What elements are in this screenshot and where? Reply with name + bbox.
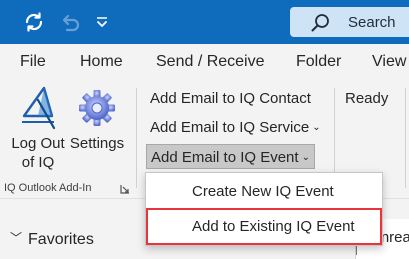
chevron-down-icon: ⌄ [312, 122, 321, 133]
search-label: Search [348, 14, 396, 31]
add-service-label: Add Email to IQ Service [150, 119, 310, 136]
ready-label: Ready [345, 90, 389, 107]
add-email-to-service-button[interactable]: Add Email to IQ Service ⌄ [146, 115, 325, 140]
log-out-button[interactable]: Log Out of IQ [6, 86, 70, 172]
ribbon-tabs: File Home Send / Receive Folder View [0, 44, 409, 82]
favorites-label: Favorites [28, 231, 94, 248]
highlight-annotation [146, 208, 382, 245]
add-contact-label: Add Email to IQ Contact [150, 90, 311, 107]
add-email-to-event-button[interactable]: Add Email to IQ Event ⌄ [146, 144, 315, 169]
tab-folder[interactable]: Folder [296, 53, 341, 71]
sync-icon[interactable] [22, 10, 46, 34]
search-box[interactable]: Search [290, 7, 409, 37]
favorites-header[interactable]: ﹀ Favorites [10, 229, 94, 249]
tab-file[interactable]: File [20, 53, 46, 71]
chevron-down-icon: ﹀ [10, 231, 23, 245]
log-out-label: Log Out of IQ [11, 135, 65, 171]
settings-label: Settings [69, 135, 125, 152]
tab-send-receive[interactable]: Send / Receive [156, 53, 265, 71]
menu-item-create-new-event[interactable]: Create New IQ Event [146, 175, 382, 209]
chevron-down-icon[interactable] [94, 10, 110, 34]
tab-view[interactable]: View [372, 53, 406, 71]
add-event-label: Add Email to IQ Event [151, 149, 299, 166]
group-label: IQ Outlook Add-In [4, 182, 92, 194]
group-divider [405, 88, 406, 188]
iq-logo-icon [22, 86, 56, 130]
settings-button[interactable]: Settings [68, 86, 126, 153]
tab-home[interactable]: Home [80, 53, 123, 71]
dialog-launcher-icon[interactable] [120, 184, 130, 194]
add-email-to-contact-button[interactable]: Add Email to IQ Contact [146, 86, 315, 111]
title-bar: Search [0, 0, 409, 44]
group-divider [136, 88, 137, 188]
search-icon [311, 14, 329, 32]
gear-icon [79, 90, 115, 126]
chevron-down-icon: ⌄ [301, 152, 310, 163]
undo-icon[interactable] [58, 10, 82, 34]
